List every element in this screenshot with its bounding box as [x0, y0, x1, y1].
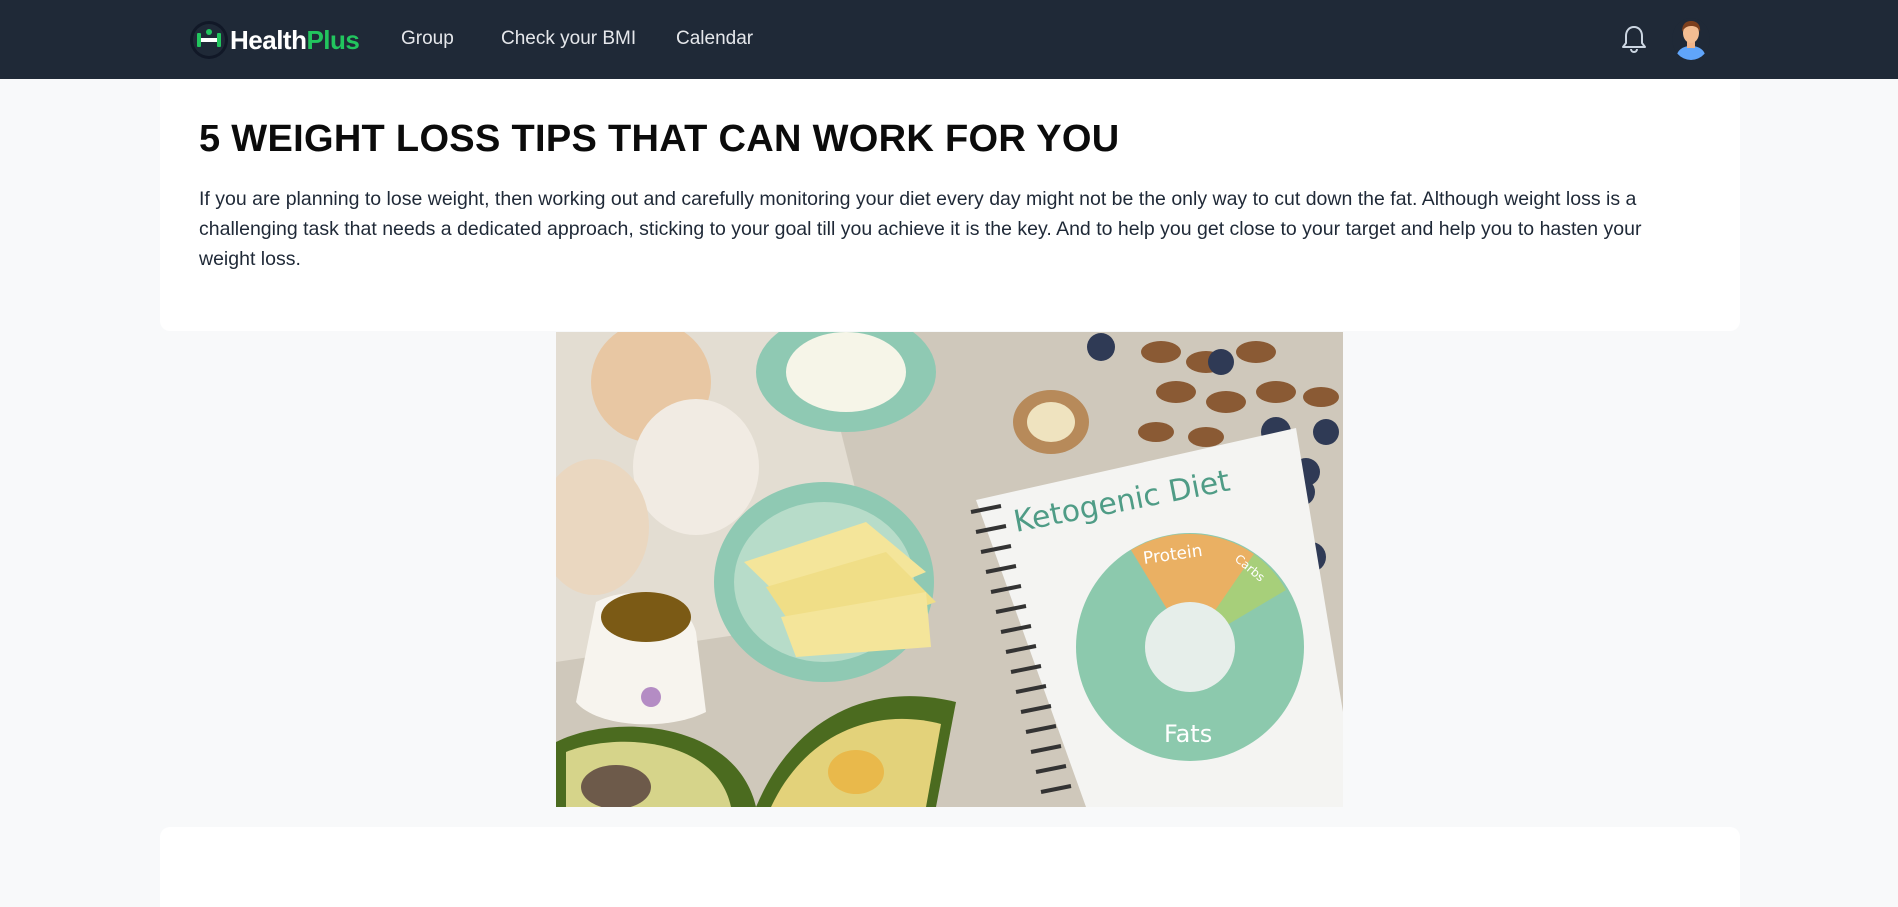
brand-name: HealthPlus	[230, 24, 360, 56]
dumbbell-logo-icon	[190, 21, 228, 59]
user-avatar[interactable]	[1672, 18, 1710, 60]
fats-segment-label: Fats	[1164, 720, 1212, 748]
bell-icon[interactable]	[1620, 24, 1648, 54]
article-intro: If you are planning to lose weight, then…	[199, 188, 1642, 270]
brand-logo-link[interactable]: HealthPlus	[190, 18, 360, 62]
nav-link-group[interactable]: Group	[401, 28, 454, 50]
top-navbar: HealthPlus Group Check your BMI Calendar	[0, 0, 1898, 79]
brand-plus: Plus	[306, 24, 360, 55]
article-title: 5 WEIGHT LOSS TIPS THAT CAN WORK FOR YOU	[199, 118, 1120, 160]
article-hero-image: Ketogenic Diet Protein Carbs Fats	[556, 332, 1343, 807]
article-body-card	[160, 827, 1740, 907]
nav-link-check-bmi[interactable]: Check your BMI	[501, 28, 636, 50]
brand-health: Health	[230, 24, 307, 55]
nav-link-calendar[interactable]: Calendar	[676, 28, 753, 50]
